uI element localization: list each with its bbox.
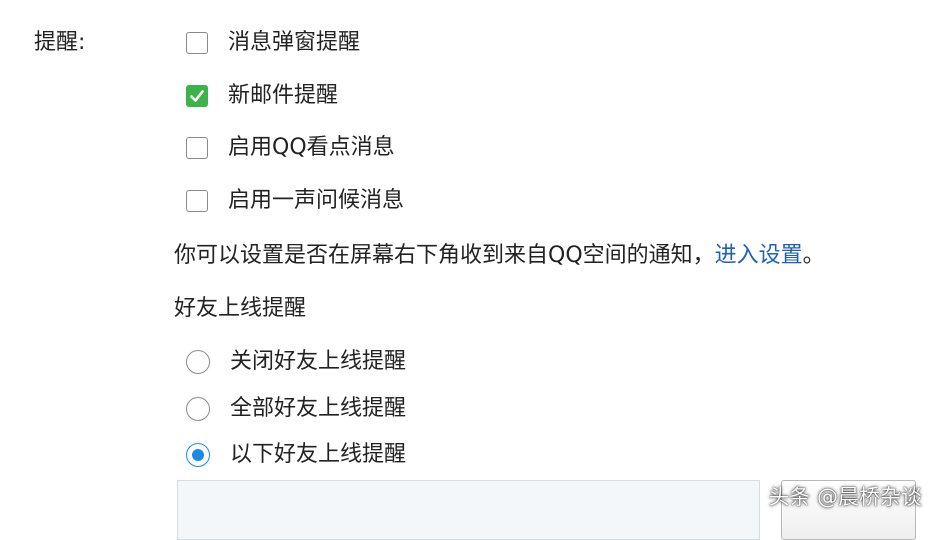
checkbox-qq-kandian[interactable]: [186, 137, 208, 159]
radio-label: 全部好友上线提醒: [230, 396, 407, 421]
qzone-notification-info: 你可以设置是否在屏幕右下角收到来自QQ空间的通知，进入设置。: [174, 241, 825, 271]
checkbox-row-new-mail[interactable]: 新邮件提醒: [186, 81, 338, 111]
checkbox-label: 消息弹窗提醒: [228, 30, 361, 55]
radio-dot: [192, 449, 204, 461]
checkbox-label: 启用QQ看点消息: [228, 135, 395, 160]
checkbox-row-greeting[interactable]: 启用一声问候消息: [186, 186, 404, 216]
checkbox-label: 新邮件提醒: [228, 83, 339, 108]
radio-friend-online-selected[interactable]: [186, 443, 210, 467]
info-end: 。: [802, 243, 825, 268]
radio-label: 以下好友上线提醒: [230, 442, 407, 467]
info-text: 你可以设置是否在屏幕右下角收到来自QQ空间的通知，: [174, 243, 715, 268]
radio-row-off[interactable]: 关闭好友上线提醒: [186, 347, 406, 377]
radio-row-all[interactable]: 全部好友上线提醒: [186, 394, 406, 424]
enter-settings-link[interactable]: 进入设置: [715, 243, 803, 268]
section-label-reminders: 提醒:: [34, 30, 86, 55]
radio-label: 关闭好友上线提醒: [230, 349, 407, 374]
checkbox-greeting[interactable]: [186, 190, 208, 212]
radio-friend-online-all[interactable]: [186, 397, 210, 421]
checkmark-icon: [190, 90, 204, 102]
checkbox-row-message-popup[interactable]: 消息弹窗提醒: [186, 28, 360, 58]
friend-online-heading: 好友上线提醒: [174, 296, 307, 321]
checkbox-new-mail[interactable]: [186, 85, 208, 107]
watermark: 头条 @晨桥杂谈: [768, 485, 922, 509]
radio-friend-online-off[interactable]: [186, 350, 210, 374]
checkbox-message-popup[interactable]: [186, 32, 208, 54]
checkbox-label: 启用一声问候消息: [228, 188, 405, 213]
friend-list-box[interactable]: [177, 480, 760, 540]
checkbox-row-qq-kandian[interactable]: 启用QQ看点消息: [186, 133, 395, 163]
radio-row-selected-friends[interactable]: 以下好友上线提醒: [186, 440, 406, 470]
